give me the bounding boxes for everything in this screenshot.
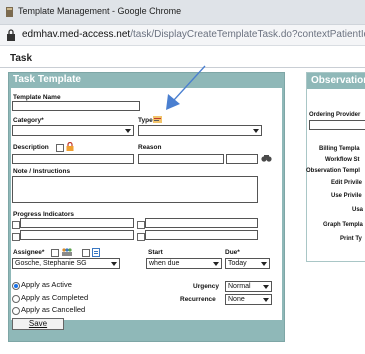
observation-title: Observation <box>311 75 365 86</box>
graph-template-label: Graph Templa <box>323 222 363 228</box>
ordering-provider-input[interactable] <box>309 120 365 130</box>
ordering-provider-label: Ordering Provider <box>309 112 361 118</box>
billing-template-label: Billing Templa <box>319 146 360 152</box>
observation-header: Observation <box>307 73 365 89</box>
print-type-label: Print Ty <box>340 236 362 242</box>
edit-privileges-label: Edit Privile <box>331 180 363 186</box>
workflow-label: Workflow St <box>325 157 360 163</box>
use-privileges-label: Use Privile <box>331 193 362 199</box>
observation-template-label: Observation Templ <box>306 168 360 174</box>
observation-panel: Observation <box>306 72 365 262</box>
usage-label: Usa <box>352 207 364 213</box>
